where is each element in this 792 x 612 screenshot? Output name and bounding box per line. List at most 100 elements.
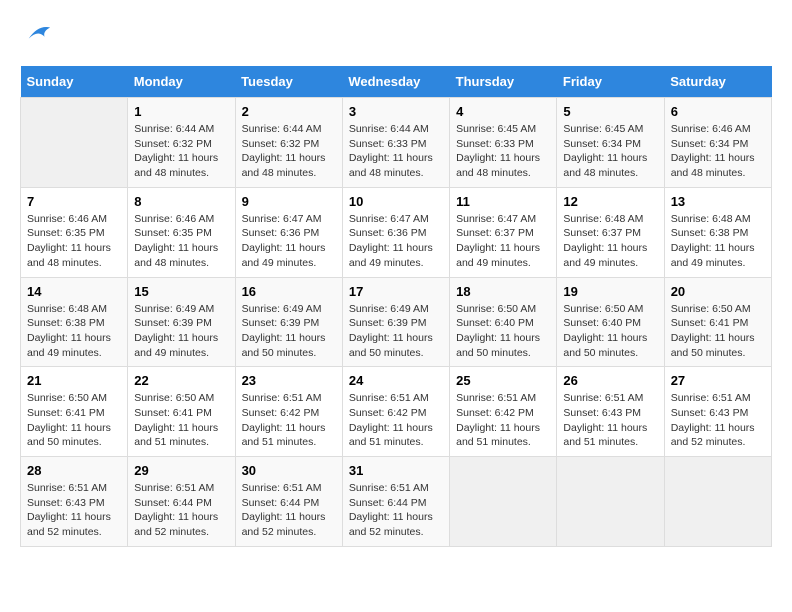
calendar-week-1: 1 Sunrise: 6:44 AMSunset: 6:32 PMDaylight… (21, 98, 772, 188)
header-thursday: Thursday (450, 66, 557, 98)
day-info: Sunrise: 6:51 AMSunset: 6:43 PMDaylight:… (27, 481, 121, 540)
day-number: 13 (671, 194, 765, 209)
day-number: 6 (671, 104, 765, 119)
calendar-cell: 4 Sunrise: 6:45 AMSunset: 6:33 PMDaylight… (450, 98, 557, 188)
day-number: 15 (134, 284, 228, 299)
day-number: 26 (563, 373, 657, 388)
calendar-cell: 1Sunrise: 6:44 AMSunset: 6:32 PMDaylight… (128, 98, 235, 188)
header-friday: Friday (557, 66, 664, 98)
day-number: 8 (134, 194, 228, 209)
day-number: 30 (242, 463, 336, 478)
calendar-cell (450, 457, 557, 547)
calendar-cell: 2 Sunrise: 6:44 AMSunset: 6:32 PMDaylight… (235, 98, 342, 188)
day-info: Sunrise: 6:48 AMSunset: 6:38 PMDaylight:… (27, 302, 121, 361)
calendar-cell: 3Sunrise: 6:44 AMSunset: 6:33 PMDaylight… (342, 98, 449, 188)
day-info: Sunrise: 6:49 AMSunset: 6:39 PMDaylight:… (134, 302, 228, 361)
day-number: 21 (27, 373, 121, 388)
day-number: 16 (242, 284, 336, 299)
page-header (20, 20, 772, 50)
calendar-cell: 25 Sunrise: 6:51 AMSunset: 6:42 PMDayligh… (450, 367, 557, 457)
day-info: Sunrise: 6:51 AMSunset: 6:44 PMDaylight:… (242, 481, 336, 540)
day-number: 31 (349, 463, 443, 478)
calendar-cell: 30 Sunrise: 6:51 AMSunset: 6:44 PMDayligh… (235, 457, 342, 547)
day-number: 9 (242, 194, 336, 209)
day-number: 29 (134, 463, 228, 478)
calendar-cell: 11 Sunrise: 6:47 AMSunset: 6:37 PMDayligh… (450, 187, 557, 277)
calendar-cell: 10 Sunrise: 6:47 AMSunset: 6:36 PMDayligh… (342, 187, 449, 277)
logo-text (20, 20, 52, 50)
day-number: 19 (563, 284, 657, 299)
header-wednesday: Wednesday (342, 66, 449, 98)
day-number: 24 (349, 373, 443, 388)
calendar-cell: 26 Sunrise: 6:51 AMSunset: 6:43 PMDayligh… (557, 367, 664, 457)
calendar-cell (664, 457, 771, 547)
day-info: Sunrise: 6:48 AMSunset: 6:38 PMDaylight:… (671, 212, 765, 271)
calendar-cell: 8Sunrise: 6:46 AMSunset: 6:35 PMDaylight… (128, 187, 235, 277)
day-info: Sunrise: 6:51 AMSunset: 6:43 PMDaylight:… (563, 391, 657, 450)
logo (20, 20, 48, 50)
day-info: Sunrise: 6:44 AMSunset: 6:32 PMDaylight:… (242, 122, 336, 181)
day-info: Sunrise: 6:51 AMSunset: 6:44 PMDaylight:… (134, 481, 228, 540)
calendar-week-4: 21 Sunrise: 6:50 AMSunset: 6:41 PMDayligh… (21, 367, 772, 457)
day-info: Sunrise: 6:50 AMSunset: 6:41 PMDaylight:… (27, 391, 121, 450)
calendar-cell: 31 Sunrise: 6:51 AMSunset: 6:44 PMDayligh… (342, 457, 449, 547)
day-number: 23 (242, 373, 336, 388)
calendar-week-3: 14 Sunrise: 6:48 AMSunset: 6:38 PMDayligh… (21, 277, 772, 367)
day-info: Sunrise: 6:45 AMSunset: 6:33 PMDaylight:… (456, 122, 550, 181)
day-info: Sunrise: 6:46 AMSunset: 6:34 PMDaylight:… (671, 122, 765, 181)
header-sunday: Sunday (21, 66, 128, 98)
calendar-cell: 21 Sunrise: 6:50 AMSunset: 6:41 PMDayligh… (21, 367, 128, 457)
calendar-cell: 24 Sunrise: 6:51 AMSunset: 6:42 PMDayligh… (342, 367, 449, 457)
day-number: 10 (349, 194, 443, 209)
day-number: 28 (27, 463, 121, 478)
day-number: 18 (456, 284, 550, 299)
day-number: 14 (27, 284, 121, 299)
calendar-cell: 5 Sunrise: 6:45 AMSunset: 6:34 PMDaylight… (557, 98, 664, 188)
day-number: 7 (27, 194, 121, 209)
day-number: 25 (456, 373, 550, 388)
day-info: Sunrise: 6:51 AMSunset: 6:42 PMDaylight:… (349, 391, 443, 450)
calendar-table: SundayMondayTuesdayWednesdayThursdayFrid… (20, 66, 772, 547)
day-number: 5 (563, 104, 657, 119)
day-info: Sunrise: 6:49 AMSunset: 6:39 PMDaylight:… (242, 302, 336, 361)
day-info: Sunrise: 6:47 AMSunset: 6:37 PMDaylight:… (456, 212, 550, 271)
calendar-header-row: SundayMondayTuesdayWednesdayThursdayFrid… (21, 66, 772, 98)
day-number: 12 (563, 194, 657, 209)
header-monday: Monday (128, 66, 235, 98)
day-number: 2 (242, 104, 336, 119)
calendar-cell: 6 Sunrise: 6:46 AMSunset: 6:34 PMDaylight… (664, 98, 771, 188)
calendar-cell: 22 Sunrise: 6:50 AMSunset: 6:41 PMDayligh… (128, 367, 235, 457)
day-number: 11 (456, 194, 550, 209)
day-info: Sunrise: 6:44 AMSunset: 6:33 PMDaylight:… (349, 122, 443, 181)
day-info: Sunrise: 6:45 AMSunset: 6:34 PMDaylight:… (563, 122, 657, 181)
calendar-cell: 15 Sunrise: 6:49 AMSunset: 6:39 PMDayligh… (128, 277, 235, 367)
calendar-cell: 18 Sunrise: 6:50 AMSunset: 6:40 PMDayligh… (450, 277, 557, 367)
calendar-cell: 20 Sunrise: 6:50 AMSunset: 6:41 PMDayligh… (664, 277, 771, 367)
day-info: Sunrise: 6:46 AMSunset: 6:35 PMDaylight:… (27, 212, 121, 271)
calendar-cell: 9 Sunrise: 6:47 AMSunset: 6:36 PMDaylight… (235, 187, 342, 277)
calendar-cell: 7 Sunrise: 6:46 AMSunset: 6:35 PMDaylight… (21, 187, 128, 277)
header-tuesday: Tuesday (235, 66, 342, 98)
day-info: Sunrise: 6:51 AMSunset: 6:44 PMDaylight:… (349, 481, 443, 540)
day-number: 20 (671, 284, 765, 299)
calendar-cell (21, 98, 128, 188)
day-info: Sunrise: 6:50 AMSunset: 6:40 PMDaylight:… (456, 302, 550, 361)
day-info: Sunrise: 6:50 AMSunset: 6:41 PMDaylight:… (134, 391, 228, 450)
day-number: 22 (134, 373, 228, 388)
day-info: Sunrise: 6:50 AMSunset: 6:41 PMDaylight:… (671, 302, 765, 361)
day-info: Sunrise: 6:51 AMSunset: 6:42 PMDaylight:… (456, 391, 550, 450)
calendar-cell: 17Sunrise: 6:49 AMSunset: 6:39 PMDayligh… (342, 277, 449, 367)
calendar-week-2: 7 Sunrise: 6:46 AMSunset: 6:35 PMDaylight… (21, 187, 772, 277)
day-info: Sunrise: 6:47 AMSunset: 6:36 PMDaylight:… (242, 212, 336, 271)
calendar-week-5: 28 Sunrise: 6:51 AMSunset: 6:43 PMDayligh… (21, 457, 772, 547)
day-number: 1 (134, 104, 228, 119)
calendar-cell: 13 Sunrise: 6:48 AMSunset: 6:38 PMDayligh… (664, 187, 771, 277)
day-number: 4 (456, 104, 550, 119)
day-info: Sunrise: 6:51 AMSunset: 6:42 PMDaylight:… (242, 391, 336, 450)
day-info: Sunrise: 6:49 AMSunset: 6:39 PMDaylight:… (349, 302, 443, 361)
calendar-cell: 29 Sunrise: 6:51 AMSunset: 6:44 PMDayligh… (128, 457, 235, 547)
calendar-cell: 19Sunrise: 6:50 AMSunset: 6:40 PMDayligh… (557, 277, 664, 367)
calendar-cell: 16 Sunrise: 6:49 AMSunset: 6:39 PMDayligh… (235, 277, 342, 367)
day-info: Sunrise: 6:48 AMSunset: 6:37 PMDaylight:… (563, 212, 657, 271)
day-info: Sunrise: 6:47 AMSunset: 6:36 PMDaylight:… (349, 212, 443, 271)
